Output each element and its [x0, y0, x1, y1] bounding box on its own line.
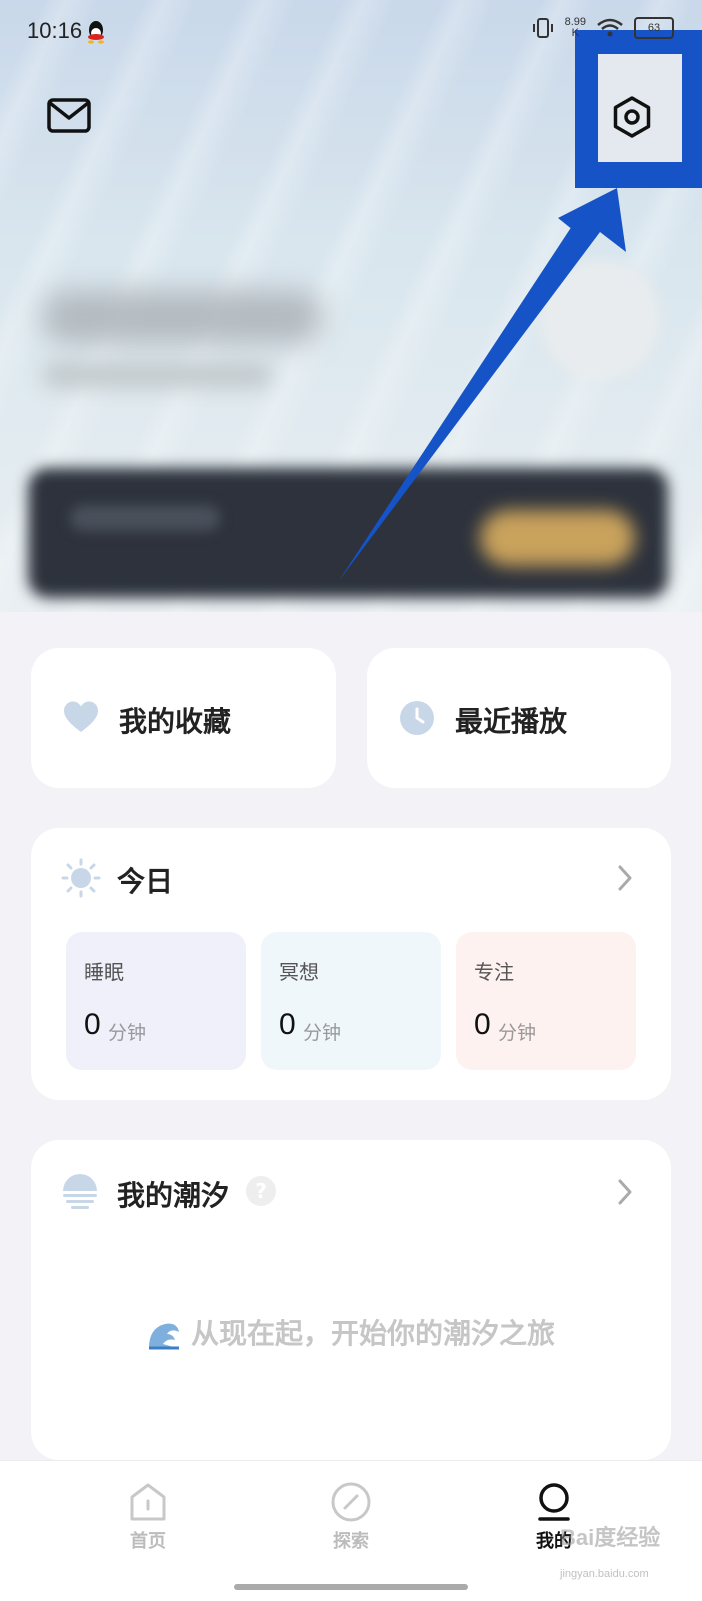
settings-icon[interactable] [610, 95, 654, 139]
recent-played-card[interactable]: 最近播放 [367, 648, 671, 788]
qq-icon [88, 21, 104, 44]
stat-unit: 分钟 [498, 1022, 537, 1044]
nav-explore-label: 探索 [333, 1531, 369, 1552]
network-speed: 8.99 K [564, 16, 586, 39]
today-card: 今日 睡眠 0 分钟 冥想 0 分钟 专注 0 分钟 [31, 828, 671, 1100]
heart-icon [64, 701, 98, 732]
chevron-right-icon[interactable] [617, 864, 633, 892]
home-icon [130, 1483, 166, 1521]
sun-icon [61, 858, 101, 898]
clock-icon [400, 701, 434, 735]
wave-emoji-icon [148, 1323, 179, 1350]
tide-empty-text: 从现在起，开始你的潮汐之旅 [190, 1317, 555, 1350]
blurred-user-subtitle [42, 362, 272, 388]
stat-name: 专注 [474, 960, 514, 984]
meditation-stat[interactable]: 冥想 0 分钟 [261, 932, 441, 1070]
favorites-card[interactable]: 我的收藏 [31, 648, 336, 788]
watermark-logo: Bai度经验 [560, 1525, 661, 1550]
stat-unit: 分钟 [303, 1022, 342, 1044]
tide-title: 我的潮汐 [117, 1179, 230, 1212]
stat-value: 0 [84, 1008, 101, 1041]
blurred-username [42, 290, 322, 344]
tide-empty-state: 从现在起，开始你的潮汐之旅 [31, 1312, 671, 1352]
mail-icon[interactable] [46, 97, 92, 135]
watermark-url: jingyan.baidu.com [560, 1568, 649, 1580]
profile-header [0, 0, 702, 612]
stat-name: 冥想 [279, 960, 319, 984]
favorites-label: 我的收藏 [119, 705, 232, 738]
status-bar: 10:16 8.99 K 63 [0, 0, 702, 64]
stat-unit: 分钟 [108, 1022, 147, 1044]
blurred-membership-text [70, 505, 220, 531]
stat-value: 0 [279, 1008, 296, 1041]
avatar[interactable] [540, 260, 660, 380]
help-icon[interactable]: ? [246, 1176, 276, 1206]
vibrate-icon [532, 18, 553, 38]
home-indicator[interactable] [234, 1584, 468, 1590]
today-title: 今日 [117, 865, 174, 898]
focus-stat[interactable]: 专注 0 分钟 [456, 932, 636, 1070]
nav-explore[interactable]: 探索 [291, 1481, 411, 1553]
status-indicators: 8.99 K 63 [531, 16, 674, 40]
stat-name: 睡眠 [84, 960, 124, 984]
tide-icon [63, 1174, 97, 1209]
battery-level: 63 [647, 22, 661, 34]
sleep-stat[interactable]: 睡眠 0 分钟 [66, 932, 246, 1070]
battery-icon: 63 [634, 17, 674, 39]
wifi-icon [597, 18, 623, 37]
stat-value: 0 [474, 1008, 491, 1041]
profile-icon [538, 1483, 570, 1521]
status-time: 10:16 [27, 18, 83, 43]
my-tide-card: 我的潮汐 ? 从现在起，开始你的潮汐之旅 [31, 1140, 671, 1460]
nav-home[interactable]: 首页 [88, 1481, 208, 1553]
nav-home-label: 首页 [130, 1531, 166, 1552]
chevron-right-icon[interactable] [617, 1178, 633, 1206]
recent-played-label: 最近播放 [455, 705, 568, 738]
compass-icon [331, 1482, 371, 1522]
membership-button[interactable] [480, 510, 635, 566]
